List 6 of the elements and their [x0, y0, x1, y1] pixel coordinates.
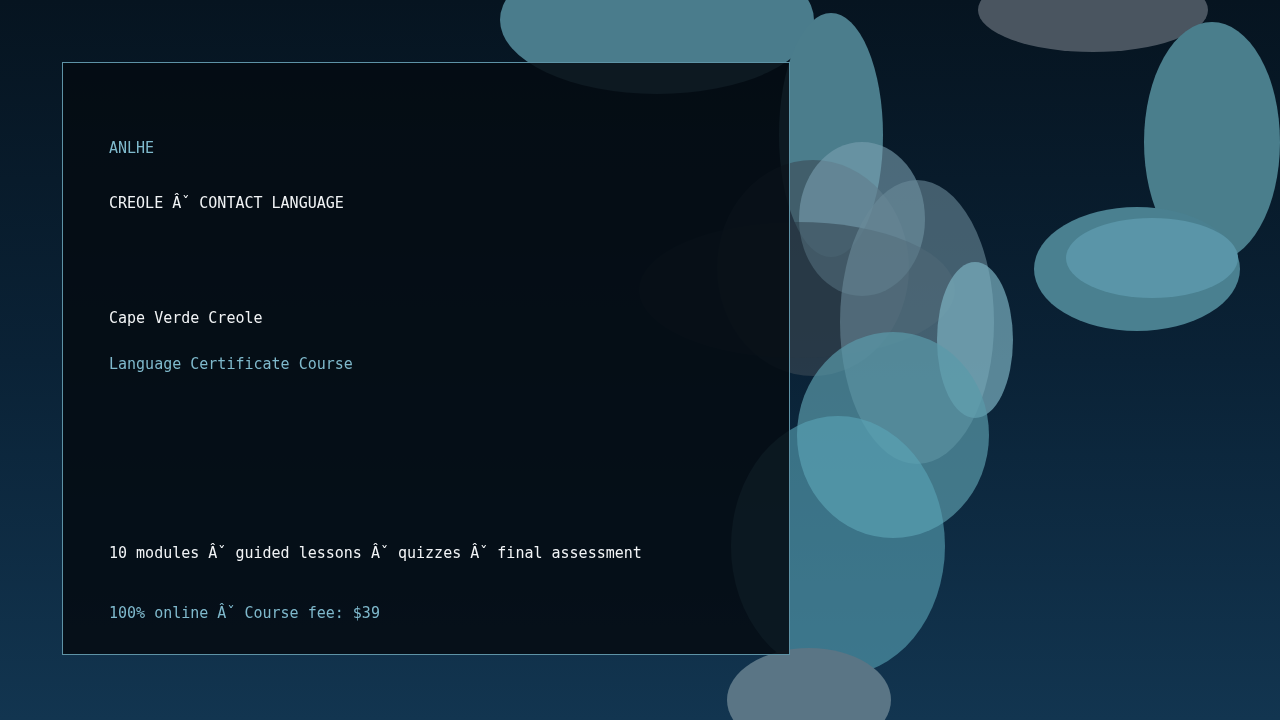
features-text: 10 modules Âˇ guided lessons Âˇ quizzes Âˇ final assessment — [109, 544, 643, 562]
course-subtitle: Language Certificate Course — [109, 355, 354, 373]
price-text: 100% online Âˇ Course fee: $39 — [109, 604, 381, 622]
category-label: CREOLE Âˇ CONTACT LANGUAGE — [109, 194, 345, 212]
course-title: Cape Verde Creole — [109, 309, 264, 327]
brand-name: ANLHE — [109, 139, 156, 157]
